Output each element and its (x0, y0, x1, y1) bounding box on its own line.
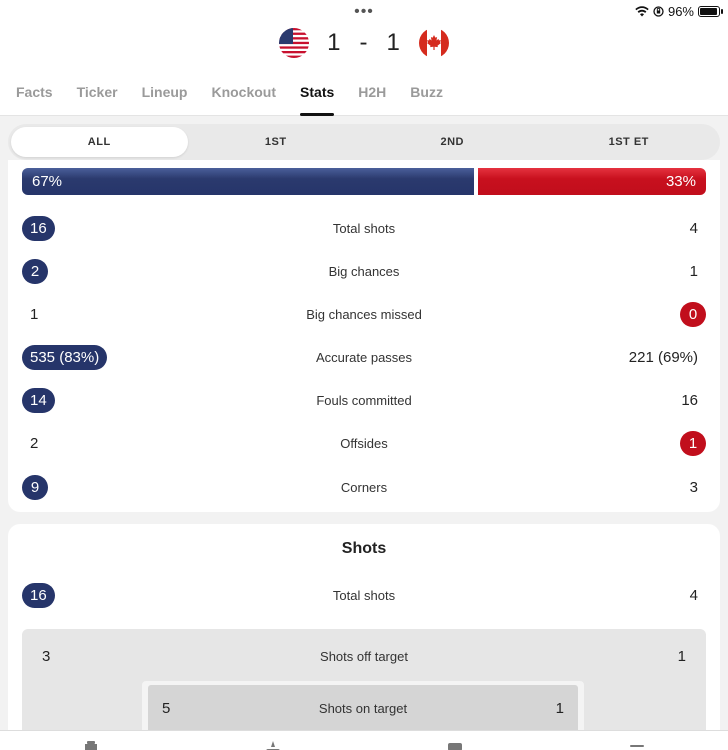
stat-row-shots-on-target: 5 Shots on target 1 (154, 695, 572, 721)
away-big-chances-missed: 0 (680, 301, 706, 327)
away-score: 1 (386, 29, 401, 56)
stat-row-shots-off-target: 3 Shots off target 1 (34, 643, 694, 669)
period-all[interactable]: ALL (11, 127, 188, 157)
home-fouls: 14 (22, 387, 55, 413)
home-shots-total: 16 (22, 582, 55, 608)
stat-label: Corners (340, 479, 388, 495)
stat-label: Big chances (328, 263, 400, 279)
away-corners: 3 (689, 478, 698, 496)
match-tabs: Facts Ticker Lineup Knockout Stats H2H B… (16, 78, 443, 116)
away-shots-total: 4 (689, 586, 698, 604)
possession-bar: 67% 33% (22, 168, 706, 195)
stat-row-total-shots: 16 Total shots 4 (22, 215, 706, 241)
shots-title: Shots (341, 540, 387, 557)
tab-buzz[interactable]: Buzz (410, 78, 443, 116)
away-shots-on-target: 1 (555, 699, 564, 717)
period-selector: ALL 1ST 2ND 1ST ET (8, 124, 720, 160)
status-bar: ••• 96% (0, 0, 728, 22)
home-offsides: 2 (30, 434, 39, 452)
overview-stats-card: 67% 33% 16 Total shots 4 2 Big chances 1… (8, 160, 720, 512)
star-icon[interactable] (262, 741, 284, 750)
possession-home: 67% (22, 168, 475, 195)
stat-row-accurate-passes: 535 (83%) Accurate passes 221 (69%) (22, 344, 706, 370)
shots-card: Shots 16 Total shots 4 3 Shots off targe… (8, 524, 720, 750)
possession-away: 33% (478, 168, 706, 195)
stat-label: Big chances missed (306, 306, 422, 322)
away-offsides: 1 (680, 430, 706, 456)
home-shots-on-target: 5 (162, 699, 171, 717)
home-total-shots: 16 (22, 215, 55, 241)
status-icons: 96% (635, 3, 723, 19)
bottom-tab-bar (0, 730, 728, 750)
tab-knockout[interactable]: Knockout (211, 78, 276, 116)
away-total-shots: 4 (689, 219, 698, 237)
stat-row-corners: 9 Corners 3 (22, 474, 706, 500)
away-shots-off-target: 1 (677, 647, 686, 665)
battery-percent: 96% (667, 3, 694, 19)
battery-icon (698, 5, 723, 17)
stat-label: Total shots (332, 587, 396, 603)
stat-label: Shots off target (320, 648, 408, 664)
home-corners: 9 (22, 474, 48, 500)
more-dots-icon[interactable]: ••• (354, 3, 374, 21)
wifi-icon (635, 5, 649, 16)
menu-icon[interactable] (626, 741, 648, 750)
score-separator: - (359, 29, 369, 56)
canada-flag-icon[interactable] (418, 28, 449, 58)
away-big-chances: 1 (689, 262, 698, 280)
score-row: 1 - 1 (0, 26, 728, 60)
stat-row-fouls: 14 Fouls committed 16 (22, 387, 706, 413)
home-big-chances: 2 (22, 258, 48, 284)
stat-label: Total shots (332, 220, 396, 236)
tab-h2h[interactable]: H2H (358, 78, 386, 116)
stat-row-shots-total: 16 Total shots 4 (22, 582, 706, 608)
stat-label: Accurate passes (315, 349, 413, 365)
home-score: 1 (327, 29, 342, 56)
stat-row-offsides: 2 Offsides 1 (22, 430, 706, 456)
away-accurate-passes: 221 (69%) (628, 348, 698, 366)
trophy-icon[interactable] (80, 741, 102, 750)
tab-facts[interactable]: Facts (16, 78, 53, 116)
period-1st-et[interactable]: 1ST ET (541, 127, 718, 157)
home-accurate-passes: 535 (83%) (22, 344, 108, 370)
video-icon[interactable] (444, 741, 466, 750)
stat-label: Offsides (340, 435, 388, 451)
period-1st[interactable]: 1ST (188, 127, 365, 157)
orientation-lock-icon (653, 5, 664, 17)
usa-flag-icon[interactable] (279, 28, 310, 58)
tab-ticker[interactable]: Ticker (77, 78, 118, 116)
away-fouls: 16 (681, 391, 698, 409)
home-big-chances-missed: 1 (30, 305, 39, 323)
stat-row-big-chances-missed: 1 Big chances missed 0 (22, 301, 706, 327)
tab-stats[interactable]: Stats (300, 78, 335, 116)
stat-label: Fouls committed (316, 392, 412, 408)
stat-label: Shots on target (318, 700, 408, 716)
tab-lineup[interactable]: Lineup (142, 78, 188, 116)
stat-row-big-chances: 2 Big chances 1 (22, 258, 706, 284)
period-2nd[interactable]: 2ND (364, 127, 541, 157)
home-shots-off-target: 3 (42, 647, 51, 665)
match-header: 1 - 1 Facts Ticker Lineup Knockout Stats… (0, 22, 728, 116)
